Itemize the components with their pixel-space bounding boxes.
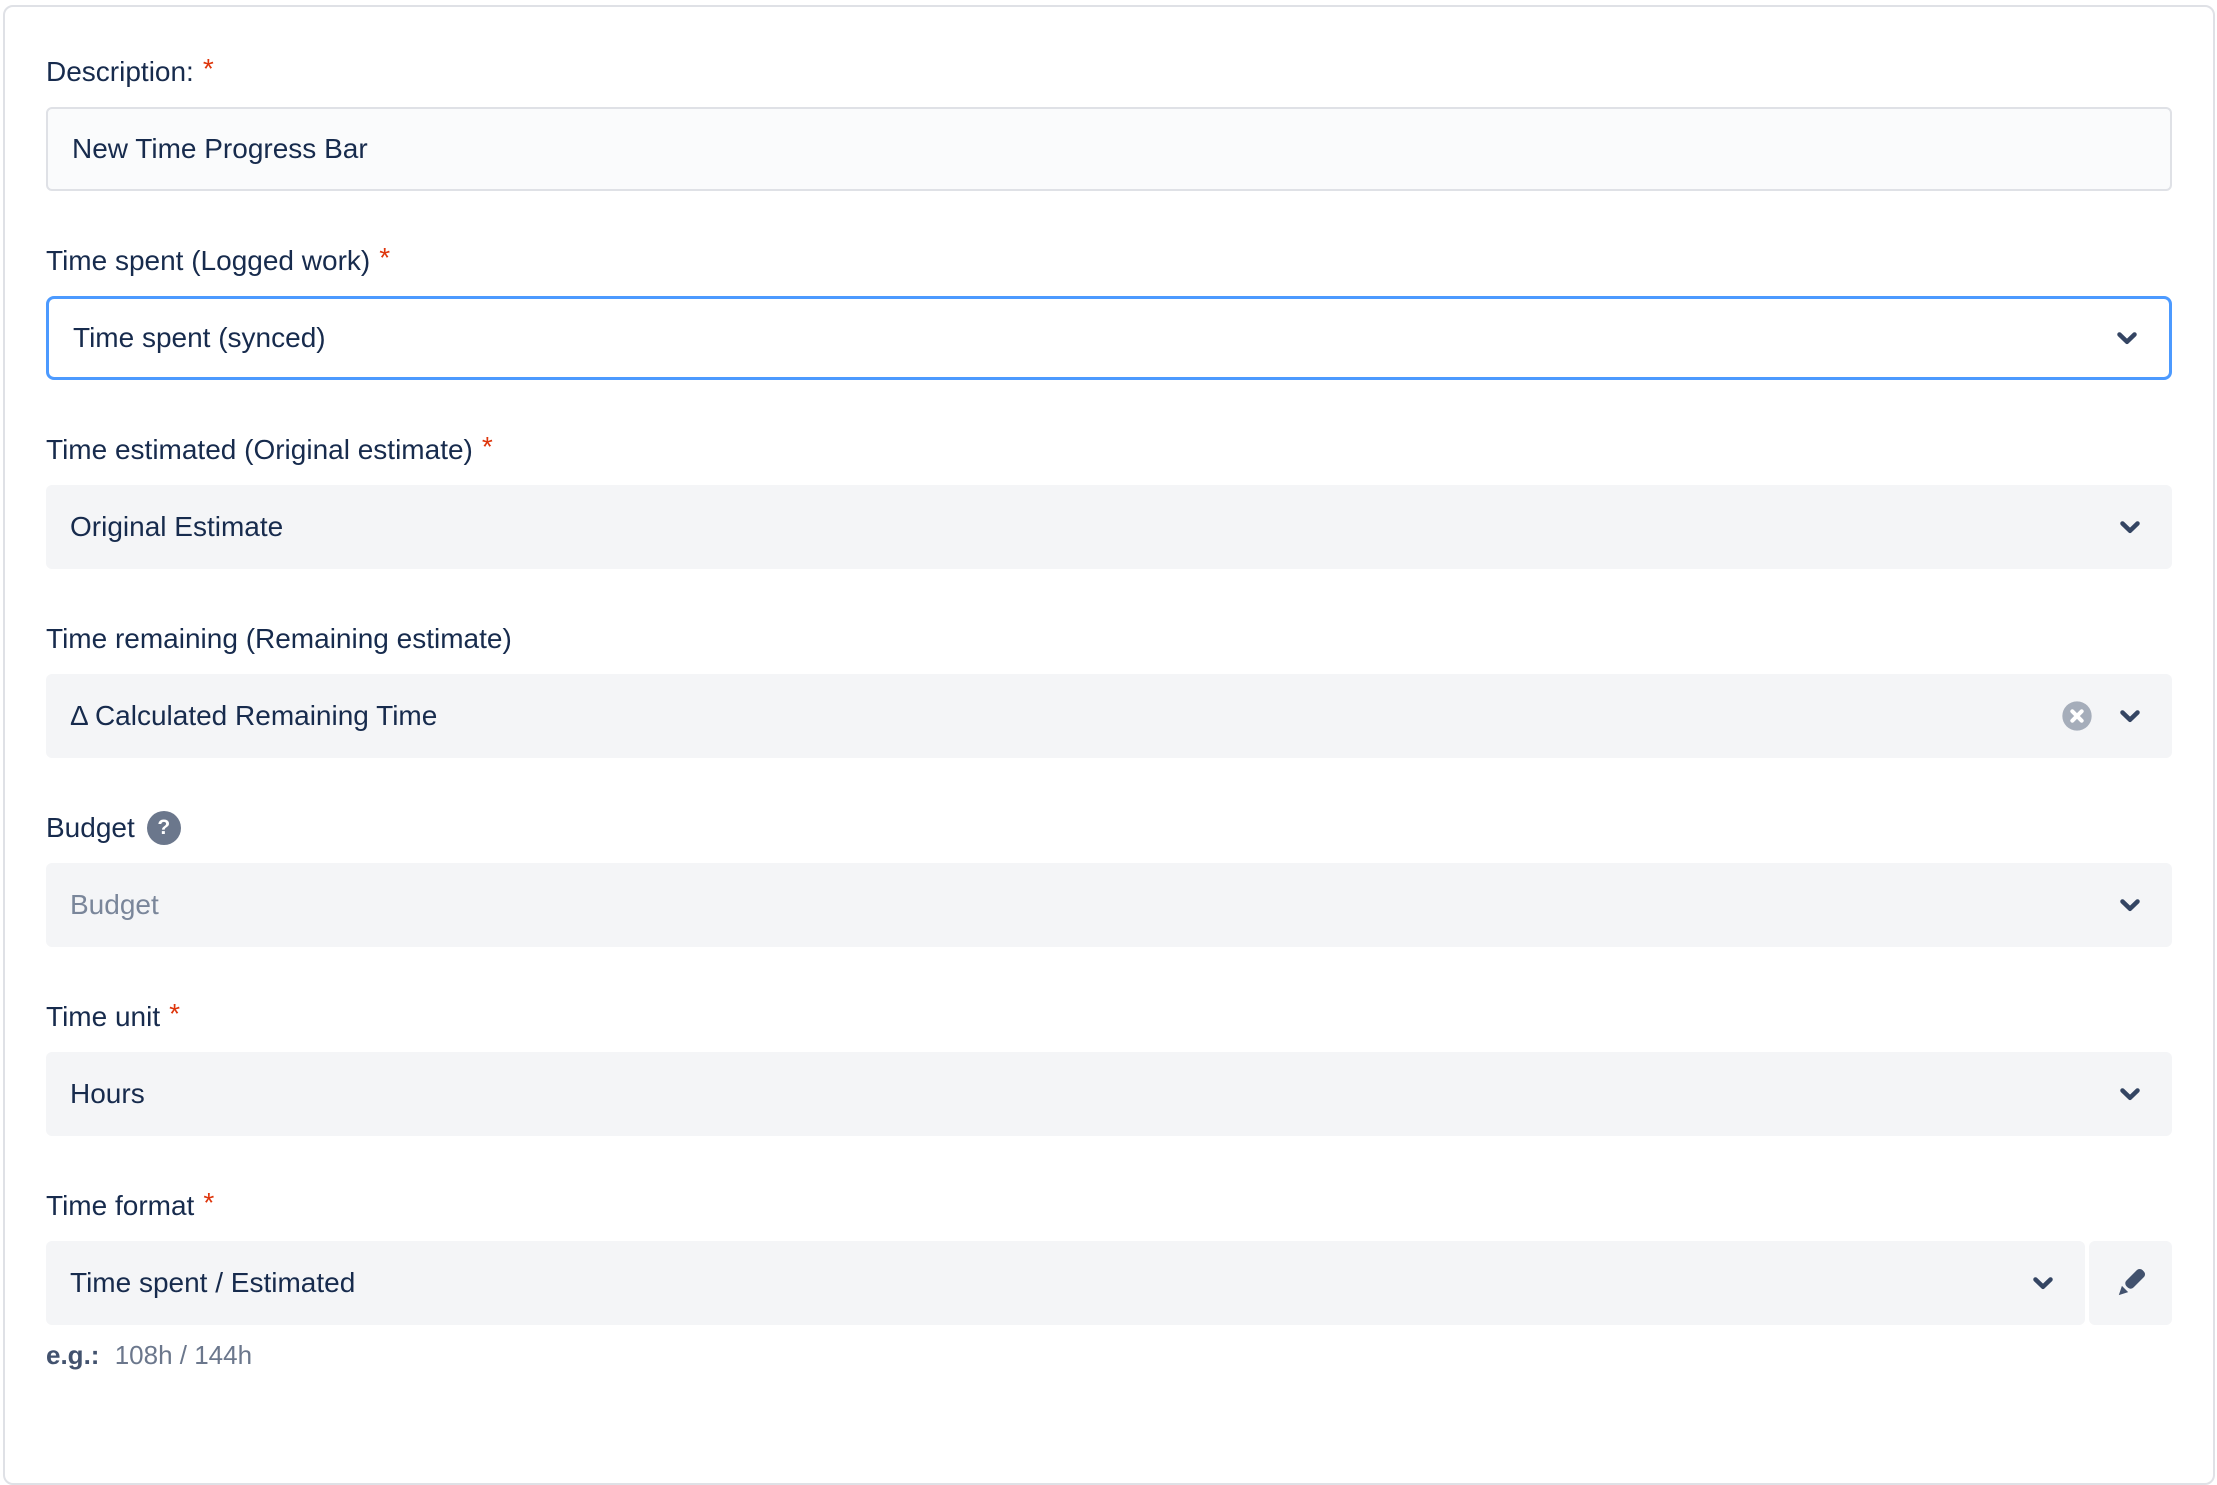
required-asterisk: * [169, 1000, 180, 1024]
description-input[interactable] [46, 107, 2172, 191]
budget-field-row: Budget ? Budget [46, 811, 2172, 947]
budget-label: Budget ? [46, 811, 2172, 845]
time-unit-label-text: Time unit [46, 1000, 160, 1034]
time-remaining-select[interactable]: Δ Calculated Remaining Time [46, 674, 2172, 758]
description-field-row: Description: * [46, 55, 2172, 191]
time-remaining-label-text: Time remaining (Remaining estimate) [46, 622, 512, 656]
example-value: 108h / 144h [115, 1340, 252, 1370]
required-asterisk: * [379, 244, 390, 268]
time-remaining-field-row: Time remaining (Remaining estimate) Δ Ca… [46, 622, 2172, 758]
required-asterisk: * [203, 1189, 214, 1213]
pencil-icon [2109, 1261, 2153, 1305]
example-label: e.g.: [46, 1340, 99, 1370]
time-estimated-label: Time estimated (Original estimate) * [46, 433, 2172, 467]
time-unit-label: Time unit * [46, 1000, 2172, 1034]
chevron-down-icon [2115, 512, 2145, 542]
chevron-down-icon [2115, 701, 2145, 731]
time-spent-select-value: Time spent (synced) [73, 322, 326, 354]
chevron-down-icon [2112, 323, 2142, 353]
time-format-select-value: Time spent / Estimated [70, 1267, 355, 1299]
edit-time-format-button[interactable] [2089, 1241, 2172, 1325]
time-unit-select[interactable]: Hours [46, 1052, 2172, 1136]
time-spent-label: Time spent (Logged work) * [46, 244, 2172, 278]
time-spent-select[interactable]: Time spent (synced) [46, 296, 2172, 380]
clear-selection-button[interactable] [2061, 700, 2093, 732]
time-unit-select-value: Hours [70, 1078, 145, 1110]
chevron-down-icon [2115, 890, 2145, 920]
chevron-down-icon [2028, 1268, 2058, 1298]
time-format-select[interactable]: Time spent / Estimated [46, 1241, 2085, 1325]
gadget-config-form: Description: * Time spent (Logged work) … [3, 5, 2215, 1485]
description-label: Description: * [46, 55, 2172, 89]
time-unit-field-row: Time unit * Hours [46, 1000, 2172, 1136]
time-format-field-row: Time format * Time spent / Estimated [46, 1189, 2172, 1370]
time-format-label: Time format * [46, 1189, 2172, 1223]
time-estimated-label-text: Time estimated (Original estimate) [46, 433, 473, 467]
description-label-text: Description: [46, 55, 194, 89]
chevron-down-icon [2115, 1079, 2145, 1109]
time-format-controls: Time spent / Estimated [46, 1241, 2172, 1325]
budget-label-text: Budget [46, 811, 135, 845]
time-estimated-field-row: Time estimated (Original estimate) * Ori… [46, 433, 2172, 569]
time-remaining-label: Time remaining (Remaining estimate) [46, 622, 2172, 656]
time-estimated-select[interactable]: Original Estimate [46, 485, 2172, 569]
budget-select[interactable]: Budget [46, 863, 2172, 947]
required-asterisk: * [482, 433, 493, 457]
budget-select-placeholder: Budget [70, 889, 159, 921]
clear-icon [2061, 700, 2093, 732]
time-format-example: e.g.: 108h / 144h [46, 1340, 2172, 1370]
time-format-label-text: Time format [46, 1189, 194, 1223]
time-spent-field-row: Time spent (Logged work) * Time spent (s… [46, 244, 2172, 380]
time-estimated-select-value: Original Estimate [70, 511, 283, 543]
time-remaining-select-value: Δ Calculated Remaining Time [70, 700, 437, 732]
time-spent-label-text: Time spent (Logged work) [46, 244, 370, 278]
help-icon[interactable]: ? [147, 811, 181, 845]
required-asterisk: * [203, 55, 214, 79]
